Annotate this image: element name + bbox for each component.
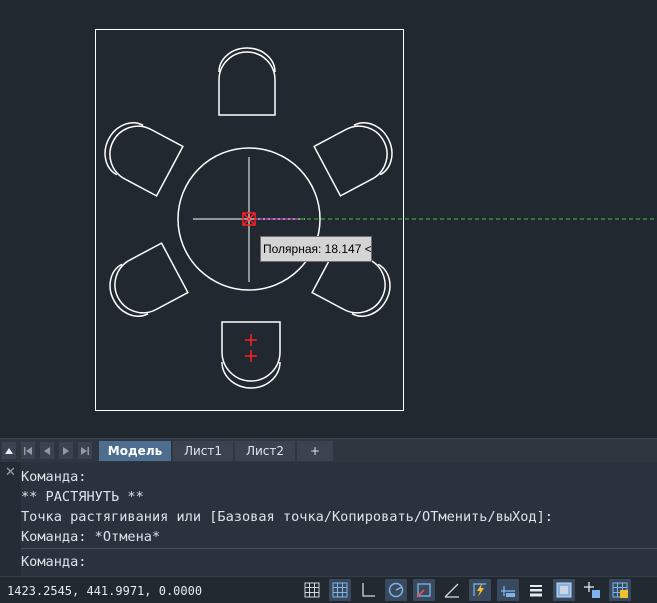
otrack-toggle-button[interactable] [441, 579, 463, 601]
selection-cycling-icon [584, 582, 600, 598]
workspace-settings-icon [612, 582, 628, 598]
cad-window: Полярная: 18.147 < 0° Модель Лист1 Лист2… [0, 0, 657, 603]
command-history-line: Команда: [21, 469, 87, 485]
polar-tracking-icon [388, 582, 404, 598]
dynamic-input-icon [501, 586, 515, 597]
command-history-line: ** РАСТЯНУТЬ ** [21, 489, 144, 505]
command-prompt: Команда: [21, 554, 87, 570]
next-icon [63, 446, 69, 455]
tab-layout2[interactable]: Лист2 [235, 441, 295, 461]
cursor-coordinates: 1423.2545, 441.9971, 0.0000 [7, 584, 203, 598]
grid-icon [304, 582, 320, 598]
status-bar: 1423.2545, 441.9971, 0.0000 [0, 576, 657, 603]
close-icon[interactable]: ✕ [5, 466, 16, 480]
chair-upper-left[interactable] [96, 114, 184, 197]
workspace-settings-button[interactable] [609, 579, 631, 601]
dynamic-ucs-icon [473, 583, 486, 597]
lineweight-icon [530, 585, 542, 597]
command-line-panel: ✕ Команда: ** РАСТЯНУТЬ ** Точка растяги… [0, 462, 657, 576]
object-snap-icon [416, 583, 431, 598]
snap-toggle-button[interactable] [329, 579, 351, 601]
last-tab-button[interactable] [78, 442, 92, 459]
transparency-toggle-button[interactable] [553, 579, 575, 601]
drawing-svg[interactable] [0, 0, 657, 438]
previous-tab-button[interactable] [40, 442, 54, 459]
object-snap-tracking-icon [444, 583, 459, 598]
ortho-toggle-button[interactable] [357, 579, 379, 601]
osnap-toggle-button[interactable] [413, 579, 435, 601]
tab-model[interactable]: Модель [99, 441, 171, 461]
first-icon [24, 446, 32, 455]
triangle-up-icon [5, 447, 13, 454]
polar-toggle-button[interactable] [385, 579, 407, 601]
drawing-canvas[interactable]: Полярная: 18.147 < 0° [0, 0, 657, 438]
selection-cycling-button[interactable] [581, 579, 603, 601]
dyn-input-toggle-button[interactable] [497, 579, 519, 601]
chair-upper-right[interactable] [313, 114, 401, 197]
tab-layout1[interactable]: Лист1 [173, 441, 233, 461]
command-history-line: Точка растягивания или [Базовая точка/Ко… [21, 509, 553, 525]
transparency-icon [556, 582, 572, 598]
previous-icon [44, 446, 50, 455]
command-panel-handle[interactable]: ✕ [0, 462, 21, 576]
command-input[interactable] [117, 552, 637, 572]
last-icon [81, 446, 89, 455]
ortho-icon [362, 583, 375, 597]
chair-top[interactable] [218, 47, 276, 116]
tabs-menu-button[interactable] [2, 442, 16, 459]
first-tab-button[interactable] [21, 442, 35, 459]
command-history-line: Команда: *Отмена* [21, 529, 161, 545]
lineweight-toggle-button[interactable] [525, 579, 547, 601]
next-tab-button[interactable] [59, 442, 73, 459]
chair-lower-left[interactable] [101, 242, 189, 325]
snap-grid-icon [332, 582, 348, 598]
grid-toggle-button[interactable] [301, 579, 323, 601]
command-input-row: Команда: [21, 548, 657, 573]
grip-marker-icon[interactable] [245, 334, 257, 362]
ducs-toggle-button[interactable] [469, 579, 491, 601]
add-layout-button[interactable]: + [297, 441, 333, 461]
layout-tab-bar: Модель Лист1 Лист2 + [0, 438, 657, 462]
polar-tooltip: Полярная: 18.147 < 0° [260, 236, 372, 262]
command-history: Команда: ** РАСТЯНУТЬ ** Точка растягива… [21, 467, 657, 547]
